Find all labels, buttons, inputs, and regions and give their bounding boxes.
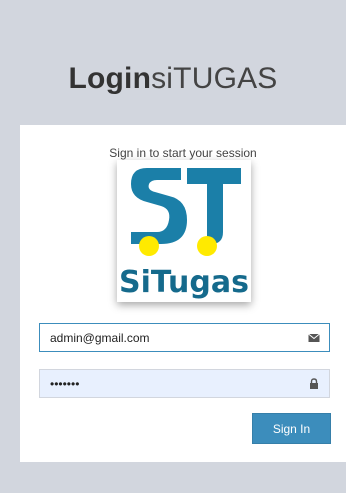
sign-in-button[interactable]: Sign In xyxy=(252,413,331,444)
situgas-logo-image: SiTugas xyxy=(117,160,251,302)
logo-dot-left xyxy=(139,236,159,256)
login-box: Sign in to start your session SiTugas Si… xyxy=(20,125,346,462)
logo-bold-text: Login xyxy=(68,62,152,95)
login-box-message: Sign in to start your session xyxy=(109,146,257,160)
email-input[interactable] xyxy=(40,324,329,351)
logo-t-shape xyxy=(187,168,241,244)
password-input[interactable] xyxy=(40,370,329,397)
logo-brand-name: SiTugas xyxy=(119,265,249,300)
logo-s-shape xyxy=(131,168,187,244)
envelope-icon xyxy=(308,333,320,342)
situgas-logo-icon: SiTugas xyxy=(119,168,249,300)
password-field[interactable] xyxy=(39,369,330,398)
logo-dot-right xyxy=(197,236,217,256)
lock-icon xyxy=(310,378,318,389)
email-field[interactable] xyxy=(39,323,330,352)
login-logo: LoginsiTUGAS xyxy=(0,62,346,96)
logo-light-text: siTUGAS xyxy=(151,62,278,95)
